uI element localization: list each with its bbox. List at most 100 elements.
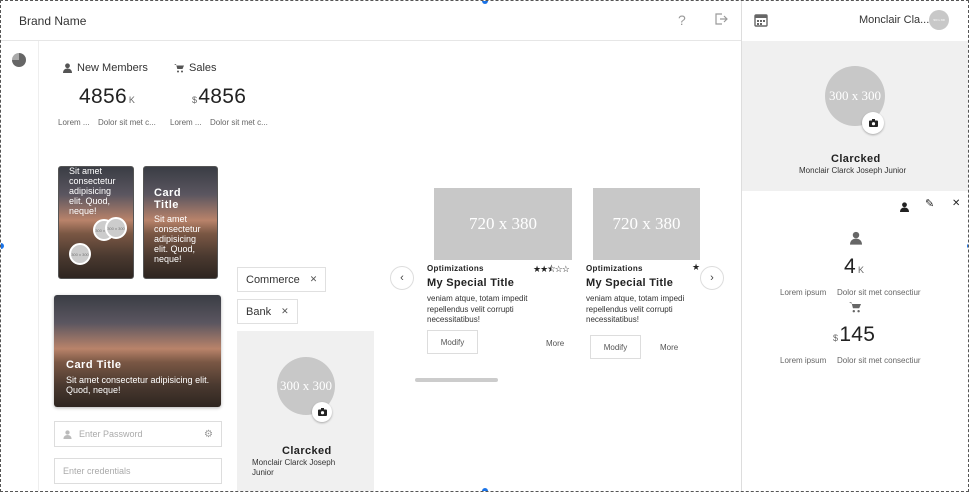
- sales-value: $4856: [192, 85, 246, 109]
- close-icon[interactable]: ✕: [952, 198, 960, 209]
- members-left-label: Lorem ipsum: [780, 288, 827, 297]
- chip-bank[interactable]: Bank ✕: [237, 299, 298, 324]
- left-rail: [1, 41, 39, 491]
- credentials-placeholder: Enter credentials: [63, 466, 131, 476]
- card-text-line: consectetur: [154, 224, 201, 234]
- modify-button[interactable]: Modify: [427, 330, 478, 354]
- pie-chart-icon[interactable]: [12, 53, 26, 67]
- card-text-line: neque!: [69, 206, 97, 216]
- sales-left-label: Lorem ...: [170, 118, 202, 127]
- avatar[interactable]: 300 x 300: [929, 10, 949, 30]
- more-link[interactable]: More: [546, 339, 564, 348]
- members-right-label: Dolor sit met c...: [98, 118, 156, 127]
- image-card-large[interactable]: Card Title Sit amet consectetur adipisic…: [54, 295, 221, 407]
- image-card-small[interactable]: Sit amet consectetur adipisicing elit. Q…: [58, 166, 134, 279]
- card-text: Sit amet consectetur adipisicing elit. Q…: [69, 166, 116, 216]
- card-image-placeholder: 720 x 380: [593, 188, 700, 260]
- sales-label: Sales: [189, 62, 217, 74]
- members-unit: K: [857, 265, 865, 275]
- close-icon[interactable]: ✕: [310, 274, 318, 285]
- person-icon: [63, 429, 72, 439]
- user-name[interactable]: Monclair Cla...: [859, 14, 929, 26]
- edit-icon[interactable]: ✎: [925, 197, 934, 210]
- card-description-line: repellendus velit corrupti: [427, 304, 514, 314]
- carousel-card[interactable]: 720 x 380 Optimizations ★ My Special Tit…: [586, 188, 700, 368]
- password-field[interactable]: Enter Password ⚙: [54, 421, 222, 447]
- card-description-line: veniam atque, totam impedit: [427, 294, 528, 303]
- gear-icon[interactable]: ⚙: [204, 429, 213, 440]
- card-image-placeholder: 720 x 380: [434, 188, 572, 260]
- resize-handle[interactable]: [482, 488, 488, 491]
- card-text-line: Sit amet: [69, 166, 103, 176]
- card-text-line: consectetur: [69, 176, 116, 186]
- card-title-line: Card: [154, 187, 182, 199]
- card-tag: Optimizations: [427, 264, 484, 273]
- sales-header: Sales: [174, 62, 217, 74]
- app-frame: Brand Name ? New Members 4856 K Lorem ...…: [0, 0, 969, 492]
- profile-name: Clarcked: [831, 153, 881, 165]
- person-icon: [63, 63, 72, 73]
- rating-stars: ★: [692, 262, 700, 272]
- right-panel-profile: 300 x 300 Clarcked Monclair Clarck Josep…: [742, 41, 968, 191]
- profile-card: 300 x 300 Clarcked Monclair Clarck Josep…: [237, 331, 374, 491]
- card-description: veniam atque, totam impedi repellendus v…: [586, 294, 700, 326]
- card-description-line: necessitatibus!: [586, 315, 639, 324]
- top-bar: Brand Name ?: [1, 1, 741, 41]
- camera-icon[interactable]: [312, 402, 332, 422]
- avatar: 300 x 300: [69, 243, 91, 265]
- card-text: Sit amet consectetur adipisicing elit. Q…: [154, 214, 201, 264]
- right-panel-stats: ✎ ✕ 4K Lorem ipsum Dolor sit met consect…: [742, 191, 968, 491]
- avatar: 300 x 300: [105, 217, 127, 239]
- profile-subtitle-line: Monclair Clarck Joseph: [252, 458, 336, 467]
- chip-commerce[interactable]: Commerce ✕: [237, 267, 327, 292]
- person-icon: [850, 231, 862, 250]
- logout-icon[interactable]: [714, 12, 728, 29]
- brand-name[interactable]: Brand Name: [19, 14, 86, 28]
- members-number: 4856: [79, 85, 127, 108]
- chip-label: Commerce: [246, 273, 300, 286]
- sales-currency: $: [833, 333, 839, 343]
- chip-label: Bank: [246, 305, 272, 318]
- card-title: My Special Title: [427, 277, 515, 289]
- profile-subtitle: Monclair Clarck Joseph Junior: [252, 458, 335, 478]
- profile-subtitle-line: Junior: [252, 468, 274, 477]
- card-title: My Special Title: [586, 277, 674, 289]
- credentials-field[interactable]: Enter credentials: [54, 458, 222, 484]
- card-text-line: elit. Quod,: [154, 244, 196, 254]
- members-left-label: Lorem ...: [58, 118, 90, 127]
- sales-value: $145: [833, 323, 875, 347]
- person-icon[interactable]: [900, 199, 909, 217]
- sales-right-label: Dolor sit met c...: [210, 118, 268, 127]
- card-description: veniam atque, totam impedit repellendus …: [427, 294, 577, 326]
- carousel-card[interactable]: 720 x 380 Optimizations ★★⯪☆☆ My Special…: [427, 188, 579, 368]
- card-text-line: elit. Quod,: [69, 196, 111, 206]
- more-link[interactable]: More: [660, 343, 678, 352]
- card-title-line: Title: [154, 199, 179, 211]
- card-description-line: repellendus velit corrupti: [586, 304, 673, 314]
- card-text-line: neque!: [154, 254, 182, 264]
- card-description-line: necessitatibus!: [427, 315, 480, 324]
- new-members-header: New Members: [63, 62, 148, 74]
- profile-name: Clarcked: [282, 445, 332, 457]
- cart-icon: [174, 64, 184, 73]
- modify-button[interactable]: Modify: [590, 335, 641, 359]
- card-title: Card Title: [154, 187, 181, 211]
- new-members-value: 4856 K: [79, 85, 135, 109]
- card-title: Card Title: [66, 359, 122, 371]
- profile-subtitle: Monclair Clarck Joseph Junior: [799, 166, 907, 175]
- sales-number: 145: [839, 323, 876, 346]
- card-tag: Optimizations: [586, 264, 643, 273]
- carousel-prev-button[interactable]: ‹: [390, 266, 414, 290]
- sales-number: 4856: [198, 85, 247, 108]
- carousel-next-button[interactable]: ›: [700, 266, 724, 290]
- image-card-small[interactable]: Card Title Sit amet consectetur adipisic…: [143, 166, 218, 279]
- sales-currency: $: [192, 95, 198, 105]
- calendar-icon[interactable]: [754, 13, 768, 32]
- camera-icon[interactable]: [862, 112, 884, 134]
- carousel-scrollbar[interactable]: [415, 378, 498, 382]
- sales-left-label: Lorem ipsum: [780, 356, 827, 365]
- question-mark-icon[interactable]: ?: [678, 12, 686, 28]
- card-text-line: adipisicing: [154, 234, 197, 244]
- card-text: Sit amet consectetur adipisicing elit. Q…: [66, 375, 210, 395]
- close-icon[interactable]: ✕: [281, 306, 289, 317]
